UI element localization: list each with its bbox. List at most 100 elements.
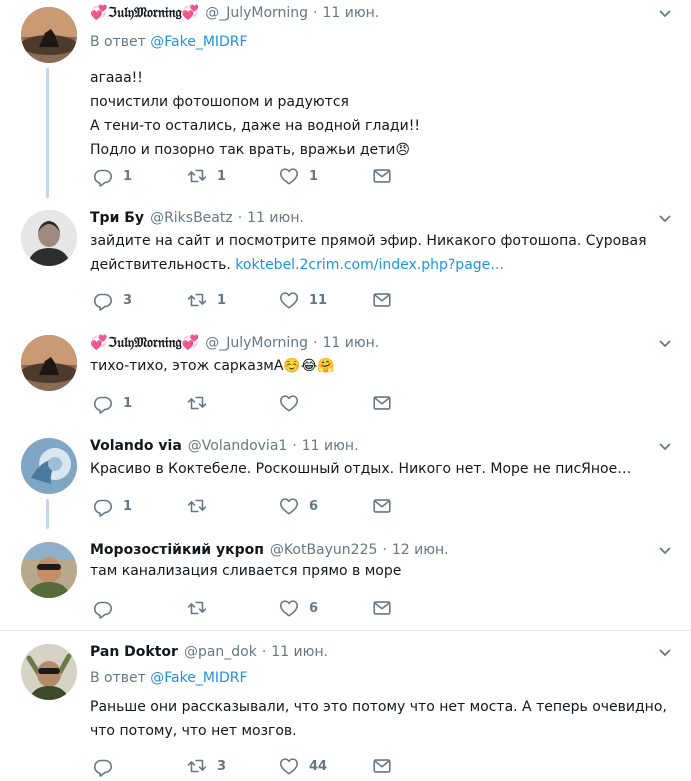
retweet-button[interactable]: 1 (186, 289, 226, 311)
chevron-down-icon[interactable] (659, 545, 671, 557)
display-name[interactable]: 💞ℑ𝔲𝔩𝔶𝔐𝔬𝔯𝔫𝔦𝔫𝔤💞 (90, 335, 199, 351)
like-count: 1 (309, 168, 319, 184)
timestamp[interactable]: 11 июн. (271, 644, 328, 660)
separator: · (313, 335, 318, 351)
reply-icon (92, 755, 114, 777)
direct-message-button[interactable] (371, 755, 393, 777)
tweet-card[interactable]: Pan Doktor @pan_dok · 11 июн. В ответ @F… (0, 639, 691, 781)
reply-context: В ответ @Fake_MIDRF (90, 670, 248, 686)
text-line: действительность. koktebel.2crim.com/ind… (90, 253, 680, 277)
text-line: агааа!! (90, 70, 143, 86)
heart-icon (278, 289, 300, 311)
retweet-count: 1 (217, 168, 227, 184)
like-button[interactable]: 1 (278, 165, 318, 187)
user-handle[interactable]: @pan_dok (184, 644, 257, 660)
text-line: Подло и позорно так врать, вражьи дети😠 (90, 142, 411, 158)
reply-button[interactable] (92, 755, 123, 777)
avatar[interactable] (21, 335, 77, 391)
chevron-down-icon[interactable] (659, 647, 671, 659)
timestamp[interactable]: 11 июн. (247, 210, 304, 226)
like-button[interactable]: 11 (278, 289, 327, 311)
direct-message-button[interactable] (371, 289, 393, 311)
envelope-icon (371, 165, 393, 187)
user-handle[interactable]: @RiksBeatz (150, 210, 233, 226)
chevron-down-icon[interactable] (659, 441, 671, 453)
tweet-header: Три Бу @RiksBeatz · 11 июн. (90, 210, 304, 230)
retweet-button[interactable] (186, 392, 217, 414)
reply-prefix: В ответ (90, 670, 146, 686)
like-count: 6 (309, 498, 319, 514)
envelope-icon (371, 392, 393, 414)
tweet-card[interactable]: Volando via @Volandovia1 · 11 июн. Краси… (0, 433, 691, 531)
chevron-down-icon[interactable] (659, 213, 671, 225)
thread-line (46, 499, 49, 529)
envelope-icon (371, 289, 393, 311)
url-link[interactable]: koktebel.2crim.com/index.php?page… (235, 257, 504, 273)
user-handle[interactable]: @KotBayun225 (270, 542, 377, 558)
avatar[interactable] (21, 644, 77, 700)
retweet-button[interactable]: 1 (186, 165, 226, 187)
separator: · (237, 210, 243, 226)
text-line: почистили фотошопом и радуются (90, 94, 349, 110)
tweet-card[interactable]: Морозостійкий укроп @KotBayun225 · 12 ию… (0, 537, 691, 623)
reply-button[interactable]: 1 (92, 495, 132, 517)
user-handle[interactable]: @Volandovia1 (188, 438, 288, 454)
heart-icon (278, 755, 300, 777)
tweet-card[interactable]: 💞ℑ𝔲𝔩𝔶𝔐𝔬𝔯𝔫𝔦𝔫𝔤💞 @_JulyMorning · 11 июн. ти… (0, 330, 691, 428)
reply-button[interactable]: 1 (92, 165, 132, 187)
chevron-down-icon[interactable] (659, 8, 671, 20)
display-name[interactable]: 💞ℑ𝔲𝔩𝔶𝔐𝔬𝔯𝔫𝔦𝔫𝔤💞 (90, 5, 199, 21)
timestamp[interactable]: 11 июн. (323, 5, 380, 21)
text-line: что потому, что нет мозгов. (90, 723, 297, 739)
direct-message-button[interactable] (371, 165, 393, 187)
reply-icon (92, 165, 114, 187)
like-button[interactable]: 6 (278, 597, 318, 619)
avatar[interactable] (21, 438, 77, 494)
reply-context: В ответ @Fake_MIDRF (90, 34, 248, 50)
tweet-header: 💞ℑ𝔲𝔩𝔶𝔐𝔬𝔯𝔫𝔦𝔫𝔤💞 @_JulyMorning · 11 июн. (90, 335, 379, 355)
reply-icon (92, 289, 114, 311)
display-name[interactable]: Pan Doktor (90, 644, 178, 660)
reply-button[interactable]: 1 (92, 392, 132, 414)
reply-button[interactable]: 3 (92, 289, 132, 311)
direct-message-button[interactable] (371, 597, 393, 619)
action-bar: 1 6 (92, 495, 412, 517)
like-button[interactable]: 44 (278, 755, 327, 777)
reply-count: 1 (123, 168, 133, 184)
retweet-button[interactable] (186, 495, 217, 517)
avatar[interactable] (21, 542, 77, 598)
timestamp[interactable]: 12 июн. (392, 542, 449, 558)
avatar[interactable] (21, 7, 77, 63)
like-button[interactable] (278, 392, 309, 414)
separator: · (313, 5, 318, 21)
tweet-card[interactable]: Три Бу @RiksBeatz · 11 июн. зайдите на с… (0, 205, 691, 325)
reply-count: 3 (123, 292, 133, 308)
display-name[interactable]: Морозостійкий укроп (90, 542, 264, 558)
tweet-text: Раньше они рассказывали, что это потому … (90, 695, 680, 743)
chevron-down-icon[interactable] (659, 338, 671, 350)
envelope-icon (371, 597, 393, 619)
direct-message-button[interactable] (371, 392, 393, 414)
retweet-button[interactable] (186, 597, 217, 619)
like-count: 44 (309, 758, 328, 774)
envelope-icon (371, 755, 393, 777)
timestamp[interactable]: 11 июн. (302, 438, 359, 454)
like-button[interactable]: 6 (278, 495, 318, 517)
reply-mention-link[interactable]: @Fake_MIDRF (150, 670, 247, 686)
tweet-card[interactable]: 💞ℑ𝔲𝔩𝔶𝔐𝔬𝔯𝔫𝔦𝔫𝔤💞 @_JulyMorning · 11 июн. В … (0, 0, 691, 198)
display-name[interactable]: Volando via (90, 438, 182, 454)
direct-message-button[interactable] (371, 495, 393, 517)
user-handle[interactable]: @_JulyMorning (205, 335, 308, 351)
reply-mention-link[interactable]: @Fake_MIDRF (150, 34, 247, 50)
separator: · (382, 542, 387, 558)
text-line: зайдите на сайт и посмотрите прямой эфир… (90, 233, 647, 249)
timestamp[interactable]: 11 июн. (323, 335, 380, 351)
user-handle[interactable]: @_JulyMorning (205, 5, 308, 21)
tweet-header: Volando via @Volandovia1 · 11 июн. (90, 438, 359, 458)
display-name[interactable]: Три Бу (90, 210, 144, 226)
divider (0, 630, 691, 631)
retweet-button[interactable]: 3 (186, 755, 226, 777)
action-bar: 1 1 1 (92, 165, 412, 187)
avatar[interactable] (21, 210, 77, 266)
reply-button[interactable] (92, 597, 123, 619)
